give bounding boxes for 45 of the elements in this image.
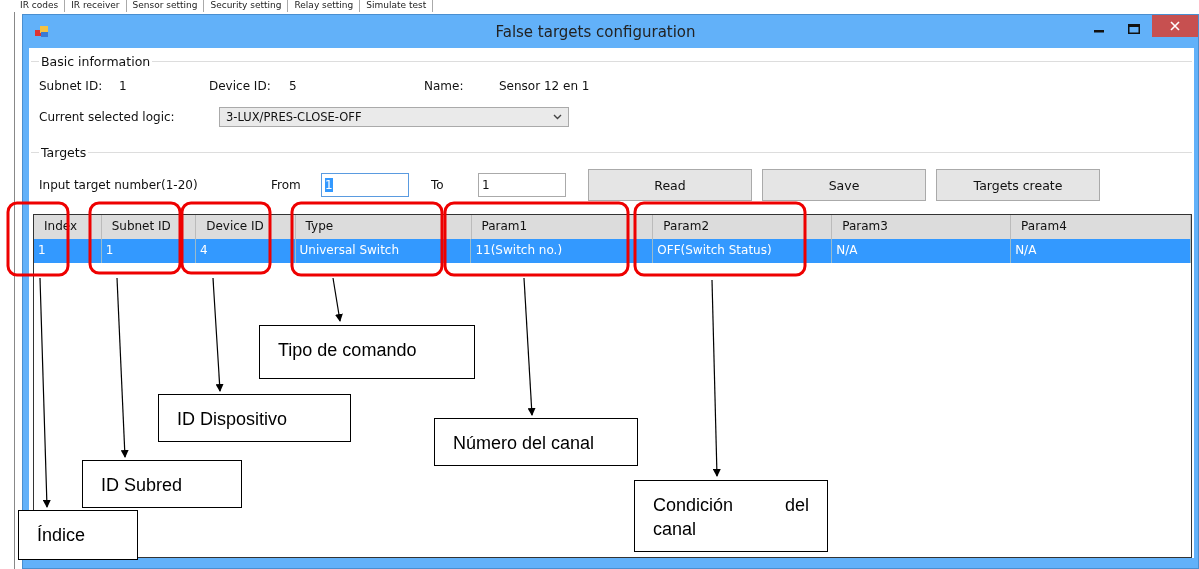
- table-cell: 11(Switch no.): [471, 239, 654, 263]
- table-cell: 4: [196, 239, 296, 263]
- action-button[interactable]: Save: [762, 169, 926, 201]
- group-legend: Basic information: [39, 54, 153, 69]
- to-input[interactable]: 1: [478, 173, 566, 197]
- field-label: Current selected logic:: [39, 110, 176, 124]
- field-label: Name:: [424, 79, 465, 93]
- window-title: False targets configuration: [494, 22, 697, 41]
- table-cell: 1: [34, 239, 102, 263]
- callout-label: Tipo de comando: [259, 325, 475, 379]
- table-cell: N/A: [832, 239, 1012, 263]
- app-icon: [35, 25, 49, 38]
- minimize-icon[interactable]: [1094, 30, 1104, 33]
- callout-label: ID Dispositivo: [158, 394, 351, 442]
- action-button[interactable]: Read: [588, 169, 752, 201]
- group-legend: Targets: [39, 145, 89, 160]
- arrow: [332, 277, 343, 322]
- background-tab[interactable]: Relay setting: [288, 0, 361, 12]
- table-cell: OFF(Switch Status): [653, 239, 833, 263]
- background-tab[interactable]: Simulate test: [360, 0, 434, 12]
- table-cell: Universal Switch: [295, 239, 472, 263]
- callout-label: ID Subred: [82, 460, 242, 508]
- subnet-id-value: 1: [119, 79, 128, 93]
- close-button[interactable]: [1152, 14, 1198, 37]
- callout-label: Condición del canal: [634, 480, 828, 552]
- field-label: To: [431, 178, 445, 192]
- field-label: Device ID:: [209, 79, 272, 93]
- logic-dropdown[interactable]: 3-LUX/PRES-CLOSE-OFF: [219, 107, 569, 127]
- device-id-value: 5: [289, 79, 298, 93]
- callout-label: Índice: [18, 510, 138, 560]
- background-tab[interactable]: Sensor setting: [126, 0, 205, 12]
- table-cell: N/A: [1011, 239, 1191, 263]
- name-value: Sensor 12 en 1: [499, 79, 590, 93]
- action-button[interactable]: Targets create: [936, 169, 1100, 201]
- maximize-icon[interactable]: [1128, 23, 1140, 34]
- field-label: Input target number(1-20): [39, 178, 199, 192]
- chevron-down-icon: [553, 114, 562, 120]
- background-tab[interactable]: IR codes: [14, 0, 66, 12]
- close-icon: [1170, 20, 1180, 31]
- background-tab[interactable]: Security setting: [204, 0, 289, 12]
- field-label: Subnet ID:: [39, 79, 104, 93]
- field-label: From: [271, 178, 302, 192]
- table-cell: 1: [101, 239, 197, 263]
- background-tab[interactable]: IR receiver: [65, 0, 127, 12]
- callout-label: Número del canal: [434, 418, 638, 466]
